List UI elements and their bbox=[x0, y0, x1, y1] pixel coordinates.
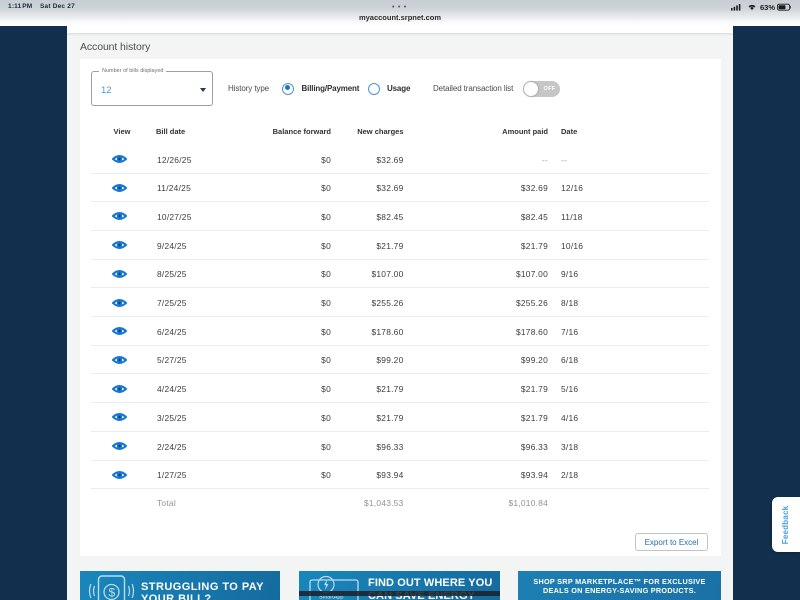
svg-text:$: $ bbox=[109, 586, 116, 600]
svg-text:63%: 63% bbox=[760, 3, 775, 11]
